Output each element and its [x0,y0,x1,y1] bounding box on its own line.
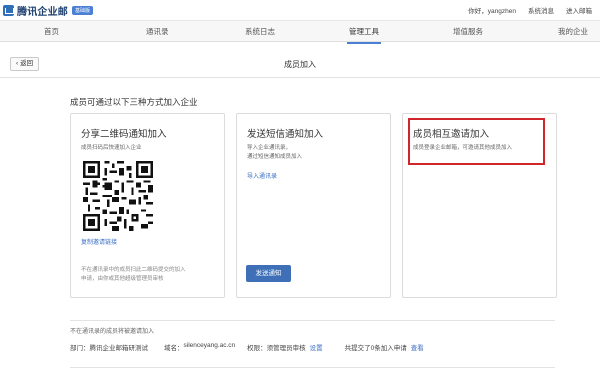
footer-title: 不在通讯录的成员将被邀请加入 [70,329,155,335]
nav-item-value-added[interactable]: 增值服务 [453,26,483,37]
send-notification-button[interactable]: 发送通知 [246,265,291,282]
section-subtitle: 成员可通过以下三种方式加入企业 [70,97,198,107]
join-settings-info: 部门： 腾讯企业邮箱研测试 域名： silenceyang.ac.cn 权限： … [70,342,424,352]
permission-settings-link[interactable]: 设置 [310,342,323,352]
nav-item-home[interactable]: 首页 [44,26,59,37]
nav-item-system-log[interactable]: 系统日志 [245,26,275,37]
view-requests-link[interactable]: 查看 [411,342,424,352]
highlight-box [408,118,545,165]
nav-item-my-company[interactable]: 我的企业 [558,26,588,37]
greeting-text: 你好，yangzhen [468,8,516,15]
edition-badge: 基础版 [72,5,94,15]
domain-label: 域名： [164,345,184,352]
dept-label: 部门： [70,345,90,352]
divider [70,320,555,321]
enter-mail-link[interactable]: 进入邮箱 [566,5,592,15]
permission-label: 权限： [247,345,267,352]
sms-card-title: 发送短信通知加入 [247,129,324,140]
import-contacts-link[interactable]: 导入通讯录 [247,171,277,180]
dept-value: 腾讯企业邮箱研测试 [89,345,149,352]
main-nav: 首页 通讯录 系统日志 管理工具 增值服务 我的企业 [0,20,600,44]
page-header: ‹ 返回 成员加入 [0,52,600,78]
page-title: 成员加入 [284,60,316,69]
system-message-link[interactable]: 系统消息 [528,5,554,15]
copy-invite-link[interactable]: 复制邀请链接 [81,237,117,246]
domain-value: silenceyang.ac.cn [183,342,236,349]
sms-card-desc: 导入企业通讯录， 通过短信通知成员加入 [247,145,303,160]
nav-item-contacts[interactable]: 通讯录 [146,26,169,37]
sms-invite-card: 发送短信通知加入 导入企业通讯录， 通过短信通知成员加入 导入通讯录 发送通知 [236,113,391,298]
qr-invite-card: 分享二维码通知加入 成员扫码后快速加入企业 复制邀请链接 不在通讯录中的成员扫此… [70,113,225,298]
top-bar: 腾讯企业邮 基础版 你好，yangzhen 系统消息 进入邮箱 [0,0,600,20]
qr-card-title: 分享二维码通知加入 [81,129,167,140]
pending-requests-text: 共提交了0条加入申请 [344,345,407,352]
divider [70,367,555,368]
logo-text: 腾讯企业邮 [17,6,68,18]
qr-code-image [83,161,153,231]
qr-card-desc: 成员扫码后快速加入企业 [81,145,142,151]
app-logo[interactable]: 腾讯企业邮 基础版 [3,3,94,18]
nav-item-admin-tools[interactable]: 管理工具 [347,26,381,44]
top-links: 你好，yangzhen 系统消息 进入邮箱 [468,5,592,15]
qr-card-note: 不在通讯录中的成员扫此二维码提交的加入 申请，由你或其他超级管理员审核 [81,267,186,282]
permission-value: 须管理员审核 [266,345,306,352]
mail-logo-icon [3,4,14,16]
